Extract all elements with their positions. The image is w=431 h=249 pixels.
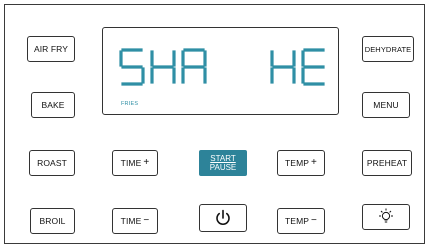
light-bulb-icon xyxy=(379,208,393,223)
pause-label: PAUSE xyxy=(209,163,237,172)
minus-icon: − xyxy=(143,215,150,226)
dehydrate-button[interactable]: DEHYDRATE xyxy=(362,36,414,62)
roast-label: ROAST xyxy=(37,158,67,168)
broil-button[interactable]: BROIL xyxy=(30,208,75,234)
start-pause-button[interactable]: START PAUSE xyxy=(199,150,247,176)
temp-plus-button[interactable]: TEMP + xyxy=(277,150,325,176)
temp-plus-label: TEMP xyxy=(285,158,310,168)
lcd-display: FRIES xyxy=(102,27,339,115)
plus-icon: + xyxy=(143,157,150,168)
time-plus-label: TIME xyxy=(120,158,142,168)
broil-label: BROIL xyxy=(39,216,66,226)
minus-icon: − xyxy=(311,215,317,226)
control-panel: AIR FRY BAKE ROAST BROIL DEHYDRATE MENU … xyxy=(4,4,425,244)
preheat-button[interactable]: PREHEAT xyxy=(362,150,412,176)
air-fry-button[interactable]: AIR FRY xyxy=(27,36,75,62)
power-button[interactable] xyxy=(199,204,247,232)
segment-readout xyxy=(119,48,325,86)
mode-label: FRIES xyxy=(121,101,139,107)
dehydrate-label: DEHYDRATE xyxy=(364,44,412,54)
roast-button[interactable]: ROAST xyxy=(29,150,75,176)
air-fry-label: AIR FRY xyxy=(33,44,69,54)
bake-label: BAKE xyxy=(41,100,65,110)
light-button[interactable] xyxy=(362,204,410,230)
temp-minus-button[interactable]: TEMP − xyxy=(277,208,325,234)
time-plus-button[interactable]: TIME + xyxy=(112,150,158,176)
time-minus-button[interactable]: TIME − xyxy=(112,208,158,234)
preheat-label: PREHEAT xyxy=(366,158,408,168)
power-icon xyxy=(216,209,230,225)
time-minus-label: TIME xyxy=(120,216,142,226)
plus-icon: + xyxy=(311,157,317,168)
start-label: START xyxy=(210,154,236,163)
bake-button[interactable]: BAKE xyxy=(31,92,75,118)
menu-label: MENU xyxy=(373,100,399,110)
temp-minus-label: TEMP xyxy=(285,216,310,226)
menu-button[interactable]: MENU xyxy=(362,92,410,118)
